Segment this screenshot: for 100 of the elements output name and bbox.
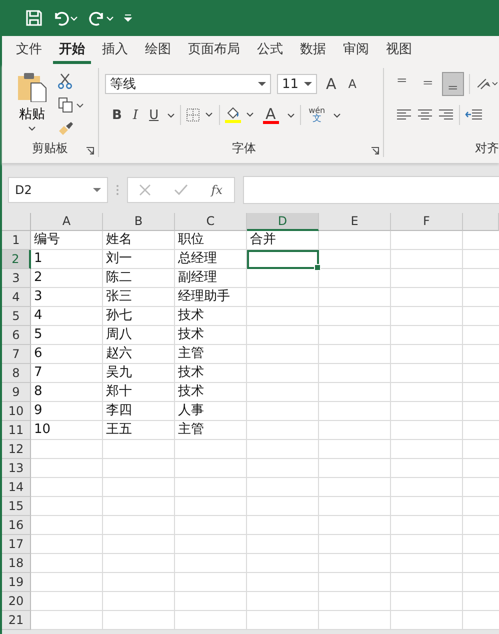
- align-right-icon[interactable]: [438, 109, 454, 121]
- table-cell-text: 主管: [177, 421, 205, 439]
- table-cell-text: 技术: [177, 364, 205, 382]
- group-label: 对齐: [475, 140, 499, 156]
- row-header[interactable]: 20: [2, 592, 31, 611]
- row-header[interactable]: 4: [2, 288, 31, 307]
- format-painter-icon[interactable]: [58, 121, 74, 135]
- table-cell-text: 技术: [177, 307, 205, 325]
- table-cell-text: 郑十: [105, 383, 133, 401]
- table-cell-text: 孙七: [105, 307, 133, 325]
- indent-icon[interactable]: [465, 109, 483, 121]
- row-header[interactable]: 9: [2, 383, 31, 402]
- table-cell-text: 9: [33, 402, 44, 420]
- group-label: 字体: [232, 140, 256, 156]
- table-cell-text: 吴九: [105, 364, 133, 382]
- column-header[interactable]: C: [175, 213, 247, 231]
- align-bottom-icon[interactable]: [443, 73, 464, 95]
- redo-icon[interactable]: [88, 10, 114, 26]
- save-icon[interactable]: [26, 10, 42, 26]
- dialog-launcher-icon[interactable]: [86, 147, 94, 155]
- table-cell-text: 总经理: [177, 250, 218, 268]
- check-icon[interactable]: [174, 184, 188, 196]
- ribbon-tab[interactable]: 插入: [96, 36, 134, 64]
- undo-icon[interactable]: [52, 10, 78, 26]
- table-cell-text: 副经理: [177, 269, 218, 287]
- table-cell-text: 编号: [33, 231, 61, 249]
- ribbon-tab[interactable]: 绘图: [139, 36, 177, 64]
- row-header[interactable]: 21: [2, 611, 31, 630]
- font-size-dropdown[interactable]: 11: [277, 74, 317, 94]
- table-cell-text: 8: [33, 383, 44, 401]
- ribbon-tab[interactable]: 页面布局: [182, 36, 246, 64]
- dropdown-arrow-icon: [304, 82, 312, 86]
- row-header[interactable]: 10: [2, 402, 31, 421]
- paste-icon: [16, 72, 48, 102]
- table-cell-text: 7: [33, 364, 44, 382]
- fill-color-icon[interactable]: [224, 107, 255, 123]
- table-cell-text: 技术: [177, 383, 205, 401]
- table-cell-text: 10: [33, 421, 52, 439]
- table-cell-text: 合并: [249, 231, 277, 249]
- row-header[interactable]: 5: [2, 307, 31, 326]
- row-header[interactable]: 8: [2, 364, 31, 383]
- grow-font-button[interactable]: A: [323, 75, 340, 93]
- drag-handle-icon[interactable]: [116, 184, 119, 196]
- table-cell-text: 李四: [105, 402, 133, 420]
- cut-icon[interactable]: [58, 73, 72, 89]
- row-header[interactable]: 7: [2, 345, 31, 364]
- align-center-icon[interactable]: [417, 109, 433, 121]
- row-header[interactable]: 11: [2, 421, 31, 440]
- row-header[interactable]: 13: [2, 459, 31, 478]
- table-cell-text: 周八: [105, 326, 133, 344]
- copy-icon[interactable]: [58, 97, 84, 113]
- font-name-dropdown[interactable]: 等线: [105, 74, 271, 94]
- table-cell-text: 人事: [177, 402, 205, 420]
- row-header[interactable]: 15: [2, 497, 31, 516]
- row-header[interactable]: 1: [2, 231, 31, 250]
- active-cell[interactable]: [247, 250, 319, 269]
- name-box[interactable]: D2: [8, 177, 108, 203]
- dialog-launcher-icon[interactable]: [371, 147, 379, 155]
- dropdown-arrow-icon: [258, 82, 266, 86]
- italic-button[interactable]: I: [130, 108, 142, 122]
- ribbon-tab[interactable]: 公式: [251, 36, 289, 64]
- underline-button[interactable]: U: [146, 108, 162, 122]
- orientation-icon[interactable]: [476, 76, 499, 92]
- table-cell-text: 陈二: [105, 269, 133, 287]
- phonetic-guide-button[interactable]: wén 文: [306, 106, 328, 124]
- formula-input[interactable]: [243, 176, 499, 204]
- column-header[interactable]: E: [319, 213, 391, 231]
- table-cell-text: 技术: [177, 326, 205, 344]
- bold-button[interactable]: B: [109, 108, 125, 122]
- column-header[interactable]: B: [103, 213, 175, 231]
- customize-icon[interactable]: [124, 14, 132, 22]
- insert-function-button[interactable]: fx: [211, 183, 223, 197]
- table-cell-text: 姓名: [105, 231, 133, 249]
- row-header[interactable]: 3: [2, 269, 31, 288]
- ribbon-tab[interactable]: 数据: [294, 36, 332, 64]
- table-cell-text: 1: [33, 250, 44, 268]
- row-header[interactable]: 17: [2, 535, 31, 554]
- group-label: 剪贴板: [32, 140, 68, 156]
- align-left-icon[interactable]: [396, 109, 412, 121]
- table-cell-text: 3: [33, 288, 44, 306]
- ribbon-tab[interactable]: 文件: [10, 36, 48, 64]
- table-cell-text: 4: [33, 307, 44, 325]
- column-header[interactable]: A: [31, 213, 103, 231]
- row-header[interactable]: 6: [2, 326, 31, 345]
- table-cell-text: 张三: [105, 288, 133, 306]
- borders-icon[interactable]: [186, 108, 214, 122]
- row-header[interactable]: 2: [2, 250, 31, 269]
- ribbon-tab[interactable]: 视图: [380, 36, 418, 64]
- shrink-font-button[interactable]: A: [345, 77, 360, 91]
- row-header[interactable]: 14: [2, 478, 31, 497]
- table-cell-text: 2: [33, 269, 44, 287]
- column-header[interactable]: D: [247, 213, 319, 231]
- font-color-button[interactable]: A: [260, 106, 282, 124]
- row-header[interactable]: 16: [2, 516, 31, 535]
- row-header[interactable]: 19: [2, 573, 31, 592]
- paste-button[interactable]: 粘贴: [12, 68, 52, 134]
- row-header[interactable]: 12: [2, 440, 31, 459]
- column-header[interactable]: F: [391, 213, 463, 231]
- ribbon-tab[interactable]: 审阅: [337, 36, 375, 64]
- row-header[interactable]: 18: [2, 554, 31, 573]
